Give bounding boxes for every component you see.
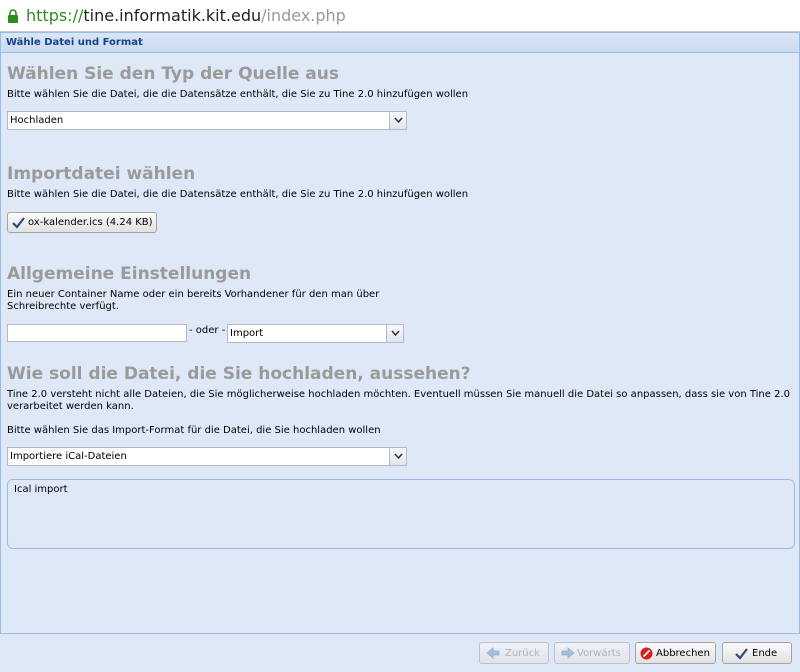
format-description-text: Ical import <box>14 484 68 495</box>
import-format-select[interactable]: Importiere iCal-Dateien <box>7 447 407 466</box>
back-button[interactable]: Zurück <box>479 642 549 664</box>
lock-icon <box>8 9 18 23</box>
import-file-title: Importdatei wählen <box>7 164 196 184</box>
general-settings-description-line1: Ein neuer Container Name oder ein bereit… <box>7 289 380 300</box>
dialog-header: Wähle Datei und Format <box>1 33 799 53</box>
file-format-title: Wie soll die Datei, die Sie hochladen, a… <box>7 364 471 384</box>
source-type-value: Hochladen <box>10 115 64 126</box>
source-type-title: Wählen Sie den Typ der Quelle aus <box>7 64 339 84</box>
import-format-dropdown-trigger[interactable] <box>389 448 406 465</box>
container-select[interactable]: Import <box>227 324 404 343</box>
chevron-down-icon <box>394 117 403 124</box>
file-select-label: ox-kalender.ics (4.24 KB) <box>28 217 153 228</box>
back-button-label: Zurück <box>505 648 540 659</box>
file-format-description-line2: verarbeitet werden kann. <box>7 401 134 412</box>
dialog-footer: Zurück Vorwärts Abbrechen Ende <box>0 634 800 672</box>
format-description-box[interactable]: Ical import <box>7 479 795 549</box>
import-format-value: Importiere iCal-Dateien <box>10 451 127 462</box>
container-dropdown-trigger[interactable] <box>386 325 403 342</box>
url-text[interactable]: https://tine.informatik.kit.edu/index.ph… <box>26 6 346 26</box>
chevron-down-icon <box>391 330 400 337</box>
next-button[interactable]: Vorwärts <box>554 642 630 664</box>
container-name-input[interactable] <box>7 324 187 342</box>
file-format-prompt: Bitte wählen Sie das Import-Format für d… <box>7 425 381 436</box>
next-button-label: Vorwärts <box>577 648 621 659</box>
file-format-description-line1: Tine 2.0 versteht nicht alle Dateien, di… <box>7 389 790 400</box>
url-path: /index.php <box>261 6 346 25</box>
file-select-button[interactable]: ox-kalender.ics (4.24 KB) <box>7 212 157 233</box>
chevron-down-icon <box>394 453 403 460</box>
finish-button-label: Ende <box>752 648 778 659</box>
check-icon <box>12 217 25 229</box>
cancel-icon <box>640 647 653 660</box>
url-scheme: https:// <box>26 6 84 25</box>
general-settings-title: Allgemeine Einstellungen <box>7 264 252 284</box>
finish-button[interactable]: Ende <box>722 642 792 664</box>
or-separator: - oder - <box>189 325 226 336</box>
cancel-button[interactable]: Abbrechen <box>635 642 716 664</box>
general-settings-description-line2: Schreibrechte verfügt. <box>7 301 119 312</box>
dialog-title: Wähle Datei und Format <box>6 37 143 48</box>
source-type-description: Bitte wählen Sie die Datei, die die Date… <box>7 89 469 100</box>
source-type-dropdown-trigger[interactable] <box>389 112 406 129</box>
browser-url-bar[interactable]: https://tine.informatik.kit.edu/index.ph… <box>0 0 800 32</box>
source-type-select[interactable]: Hochladen <box>7 111 407 130</box>
check-icon <box>735 648 748 660</box>
url-host: tine.informatik.kit.edu <box>83 6 262 25</box>
arrow-right-icon <box>561 647 575 659</box>
arrow-left-icon <box>486 647 500 659</box>
cancel-button-label: Abbrechen <box>656 648 710 659</box>
import-dialog: Wähle Datei und Format Wählen Sie den Ty… <box>0 32 800 634</box>
import-file-description: Bitte wählen Sie die Datei, die die Date… <box>7 189 469 200</box>
container-select-value: Import <box>230 328 264 339</box>
